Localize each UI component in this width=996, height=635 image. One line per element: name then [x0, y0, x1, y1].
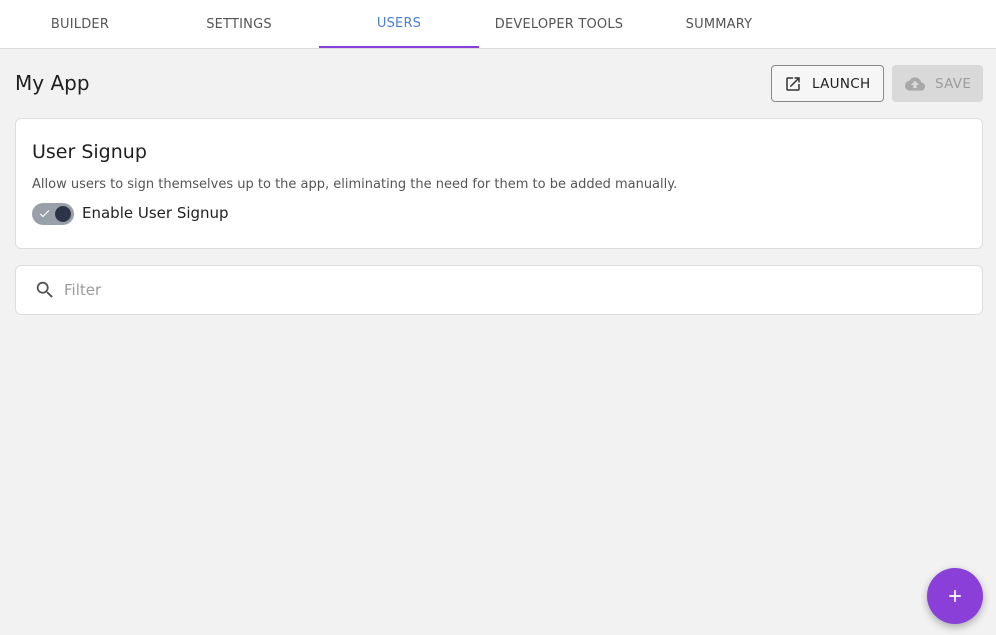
tab-settings[interactable]: SETTINGS [159, 0, 319, 48]
plus-icon [949, 590, 961, 602]
cloud-upload-icon [905, 76, 925, 91]
toggle-knob [55, 206, 71, 222]
filter-input[interactable] [64, 275, 944, 305]
page-title: My App [15, 71, 90, 95]
tab-developer-tools[interactable]: DEVELOPER TOOLS [479, 0, 639, 48]
save-button-label: SAVE [935, 75, 972, 92]
user-signup-title: User Signup [32, 141, 147, 163]
add-user-button[interactable] [927, 568, 983, 624]
tab-users[interactable]: USERS [319, 0, 479, 48]
user-signup-card: User Signup Allow users to sign themselv… [15, 118, 983, 249]
tab-bar: BUILDER SETTINGS USERS DEVELOPER TOOLS S… [0, 0, 996, 49]
enable-user-signup-toggle[interactable] [32, 203, 74, 225]
tab-summary[interactable]: SUMMARY [639, 0, 799, 48]
enable-user-signup-label: Enable User Signup [82, 204, 229, 222]
filter-bar [15, 265, 983, 315]
tab-builder[interactable]: BUILDER [0, 0, 160, 48]
search-icon [34, 279, 56, 301]
open-in-new-icon [786, 76, 800, 91]
save-button[interactable]: SAVE [892, 65, 983, 102]
user-signup-description: Allow users to sign themselves up to the… [32, 177, 678, 192]
launch-button[interactable]: LAUNCH [771, 65, 884, 102]
check-icon [39, 210, 50, 218]
launch-button-label: LAUNCH [812, 75, 871, 92]
